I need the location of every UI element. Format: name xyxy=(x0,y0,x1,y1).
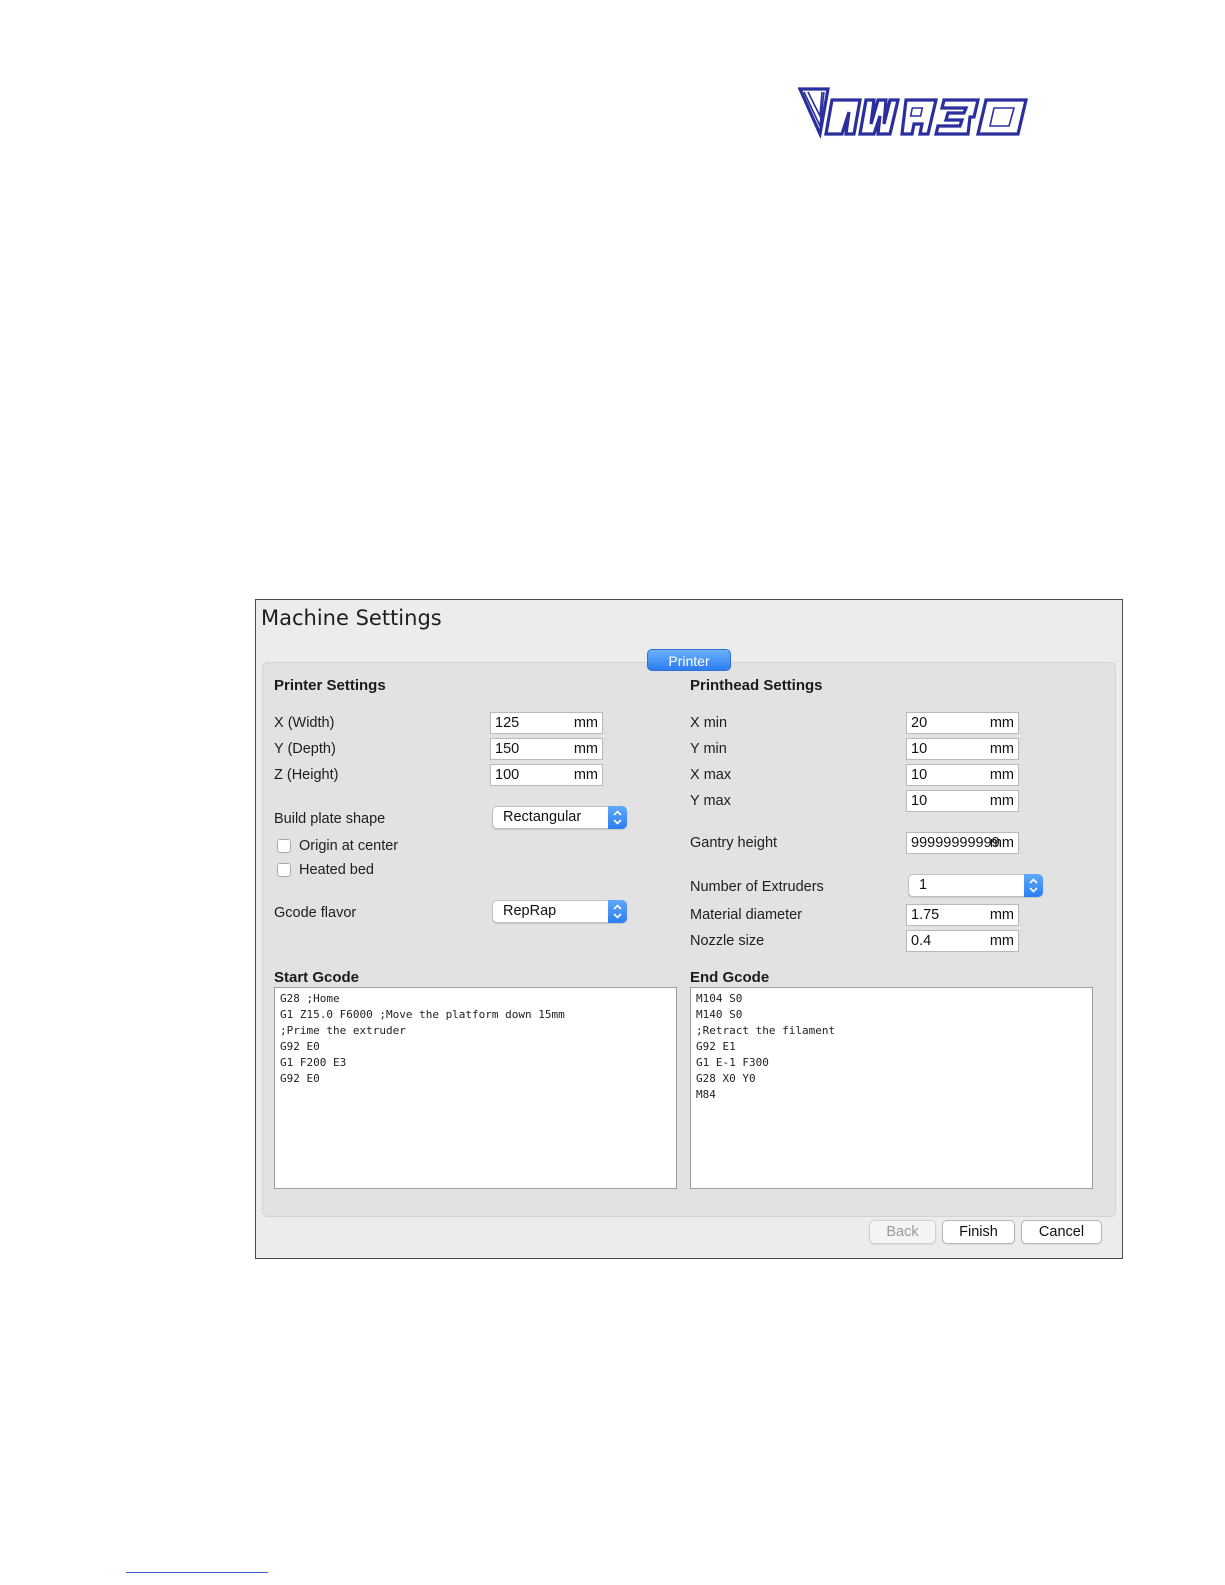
y-min-label: Y min xyxy=(690,741,727,757)
back-button[interactable]: Back xyxy=(869,1220,936,1244)
gcode-flavor-select[interactable]: RepRap xyxy=(492,900,627,923)
finish-button[interactable]: Finish xyxy=(942,1220,1015,1244)
y-depth-unit: mm xyxy=(573,741,598,757)
y-max-label: Y max xyxy=(690,793,731,809)
nozzle-size-value: 0.4 xyxy=(911,933,932,949)
y-depth-label: Y (Depth) xyxy=(274,741,336,757)
heated-bed-checkbox[interactable]: Heated bed xyxy=(277,862,374,878)
x-width-field[interactable]: 125 mm xyxy=(490,712,603,734)
gantry-height-value: 99999999999 xyxy=(911,835,1000,851)
x-max-value: 10 xyxy=(911,767,928,783)
gantry-height-label: Gantry height xyxy=(690,835,778,851)
select-stepper-icon xyxy=(1024,874,1043,897)
number-of-extruders-select[interactable]: 1 xyxy=(908,874,1043,897)
nozzle-size-unit: mm xyxy=(989,933,1014,949)
cancel-button[interactable]: Cancel xyxy=(1021,1220,1102,1244)
nozzle-size-field[interactable]: 0.4 mm xyxy=(906,930,1019,952)
z-height-unit: mm xyxy=(573,767,598,783)
material-diameter-label: Material diameter xyxy=(690,907,803,923)
z-height-label: Z (Height) xyxy=(274,767,339,783)
x-min-field[interactable]: 20 mm xyxy=(906,712,1019,734)
gcode-flavor-value: RepRap xyxy=(503,903,557,919)
nwa3d-logo: .lg { fill: none; stroke: #2b2f9e; strok… xyxy=(798,86,1030,138)
material-diameter-value: 1.75 xyxy=(911,907,940,923)
printhead-settings-heading: Printhead Settings xyxy=(690,677,823,694)
select-stepper-icon xyxy=(608,806,627,829)
z-height-value: 100 xyxy=(495,767,520,783)
start-gcode-textarea[interactable]: G28 ;Home G1 Z15.0 F6000 ;Move the platf… xyxy=(274,987,677,1189)
x-max-label: X max xyxy=(690,767,732,783)
number-of-extruders-value: 1 xyxy=(919,877,928,893)
dialog-title: Machine Settings xyxy=(261,606,442,630)
y-min-field[interactable]: 10 mm xyxy=(906,738,1019,760)
gcode-flavor-label: Gcode flavor xyxy=(274,905,357,921)
build-plate-shape-label: Build plate shape xyxy=(274,811,386,827)
start-gcode-heading: Start Gcode xyxy=(274,969,360,986)
y-depth-value: 150 xyxy=(495,741,520,757)
nozzle-size-label: Nozzle size xyxy=(690,933,765,949)
checkbox-box xyxy=(277,863,291,877)
tab-printer[interactable]: Printer xyxy=(647,649,731,671)
x-max-field[interactable]: 10 mm xyxy=(906,764,1019,786)
build-plate-shape-value: Rectangular xyxy=(503,809,582,825)
y-depth-field[interactable]: 150 mm xyxy=(490,738,603,760)
y-max-value: 10 xyxy=(911,793,928,809)
heated-bed-label: Heated bed xyxy=(299,862,374,878)
origin-at-center-label: Origin at center xyxy=(299,838,399,854)
machine-settings-dialog: Machine Settings Printer Printer Setting… xyxy=(255,599,1123,1259)
x-min-unit: mm xyxy=(989,715,1014,731)
x-min-value: 20 xyxy=(911,715,928,731)
x-width-value: 125 xyxy=(495,715,520,731)
y-max-unit: mm xyxy=(989,793,1014,809)
number-of-extruders-label: Number of Extruders xyxy=(690,879,824,895)
build-plate-shape-select[interactable]: Rectangular xyxy=(492,806,627,829)
printer-settings-heading: Printer Settings xyxy=(274,677,386,694)
y-min-unit: mm xyxy=(989,741,1014,757)
x-max-unit: mm xyxy=(989,767,1014,783)
footer-link-underline xyxy=(126,1572,268,1573)
x-width-label: X (Width) xyxy=(274,715,335,731)
end-gcode-heading: End Gcode xyxy=(690,969,770,986)
checkbox-box xyxy=(277,839,291,853)
y-min-value: 10 xyxy=(911,741,928,757)
material-diameter-field[interactable]: 1.75 mm xyxy=(906,904,1019,926)
x-width-unit: mm xyxy=(573,715,598,731)
select-stepper-icon xyxy=(608,900,627,923)
x-min-label: X min xyxy=(690,715,728,731)
end-gcode-textarea[interactable]: M104 S0 M140 S0 ;Retract the filament G9… xyxy=(690,987,1093,1189)
z-height-field[interactable]: 100 mm xyxy=(490,764,603,786)
material-diameter-unit: mm xyxy=(989,907,1014,923)
y-max-field[interactable]: 10 mm xyxy=(906,790,1019,812)
origin-at-center-checkbox[interactable]: Origin at center xyxy=(277,838,398,854)
gantry-height-unit: mm xyxy=(989,835,1014,851)
gantry-height-field[interactable]: 99999999999 mm xyxy=(906,832,1019,854)
